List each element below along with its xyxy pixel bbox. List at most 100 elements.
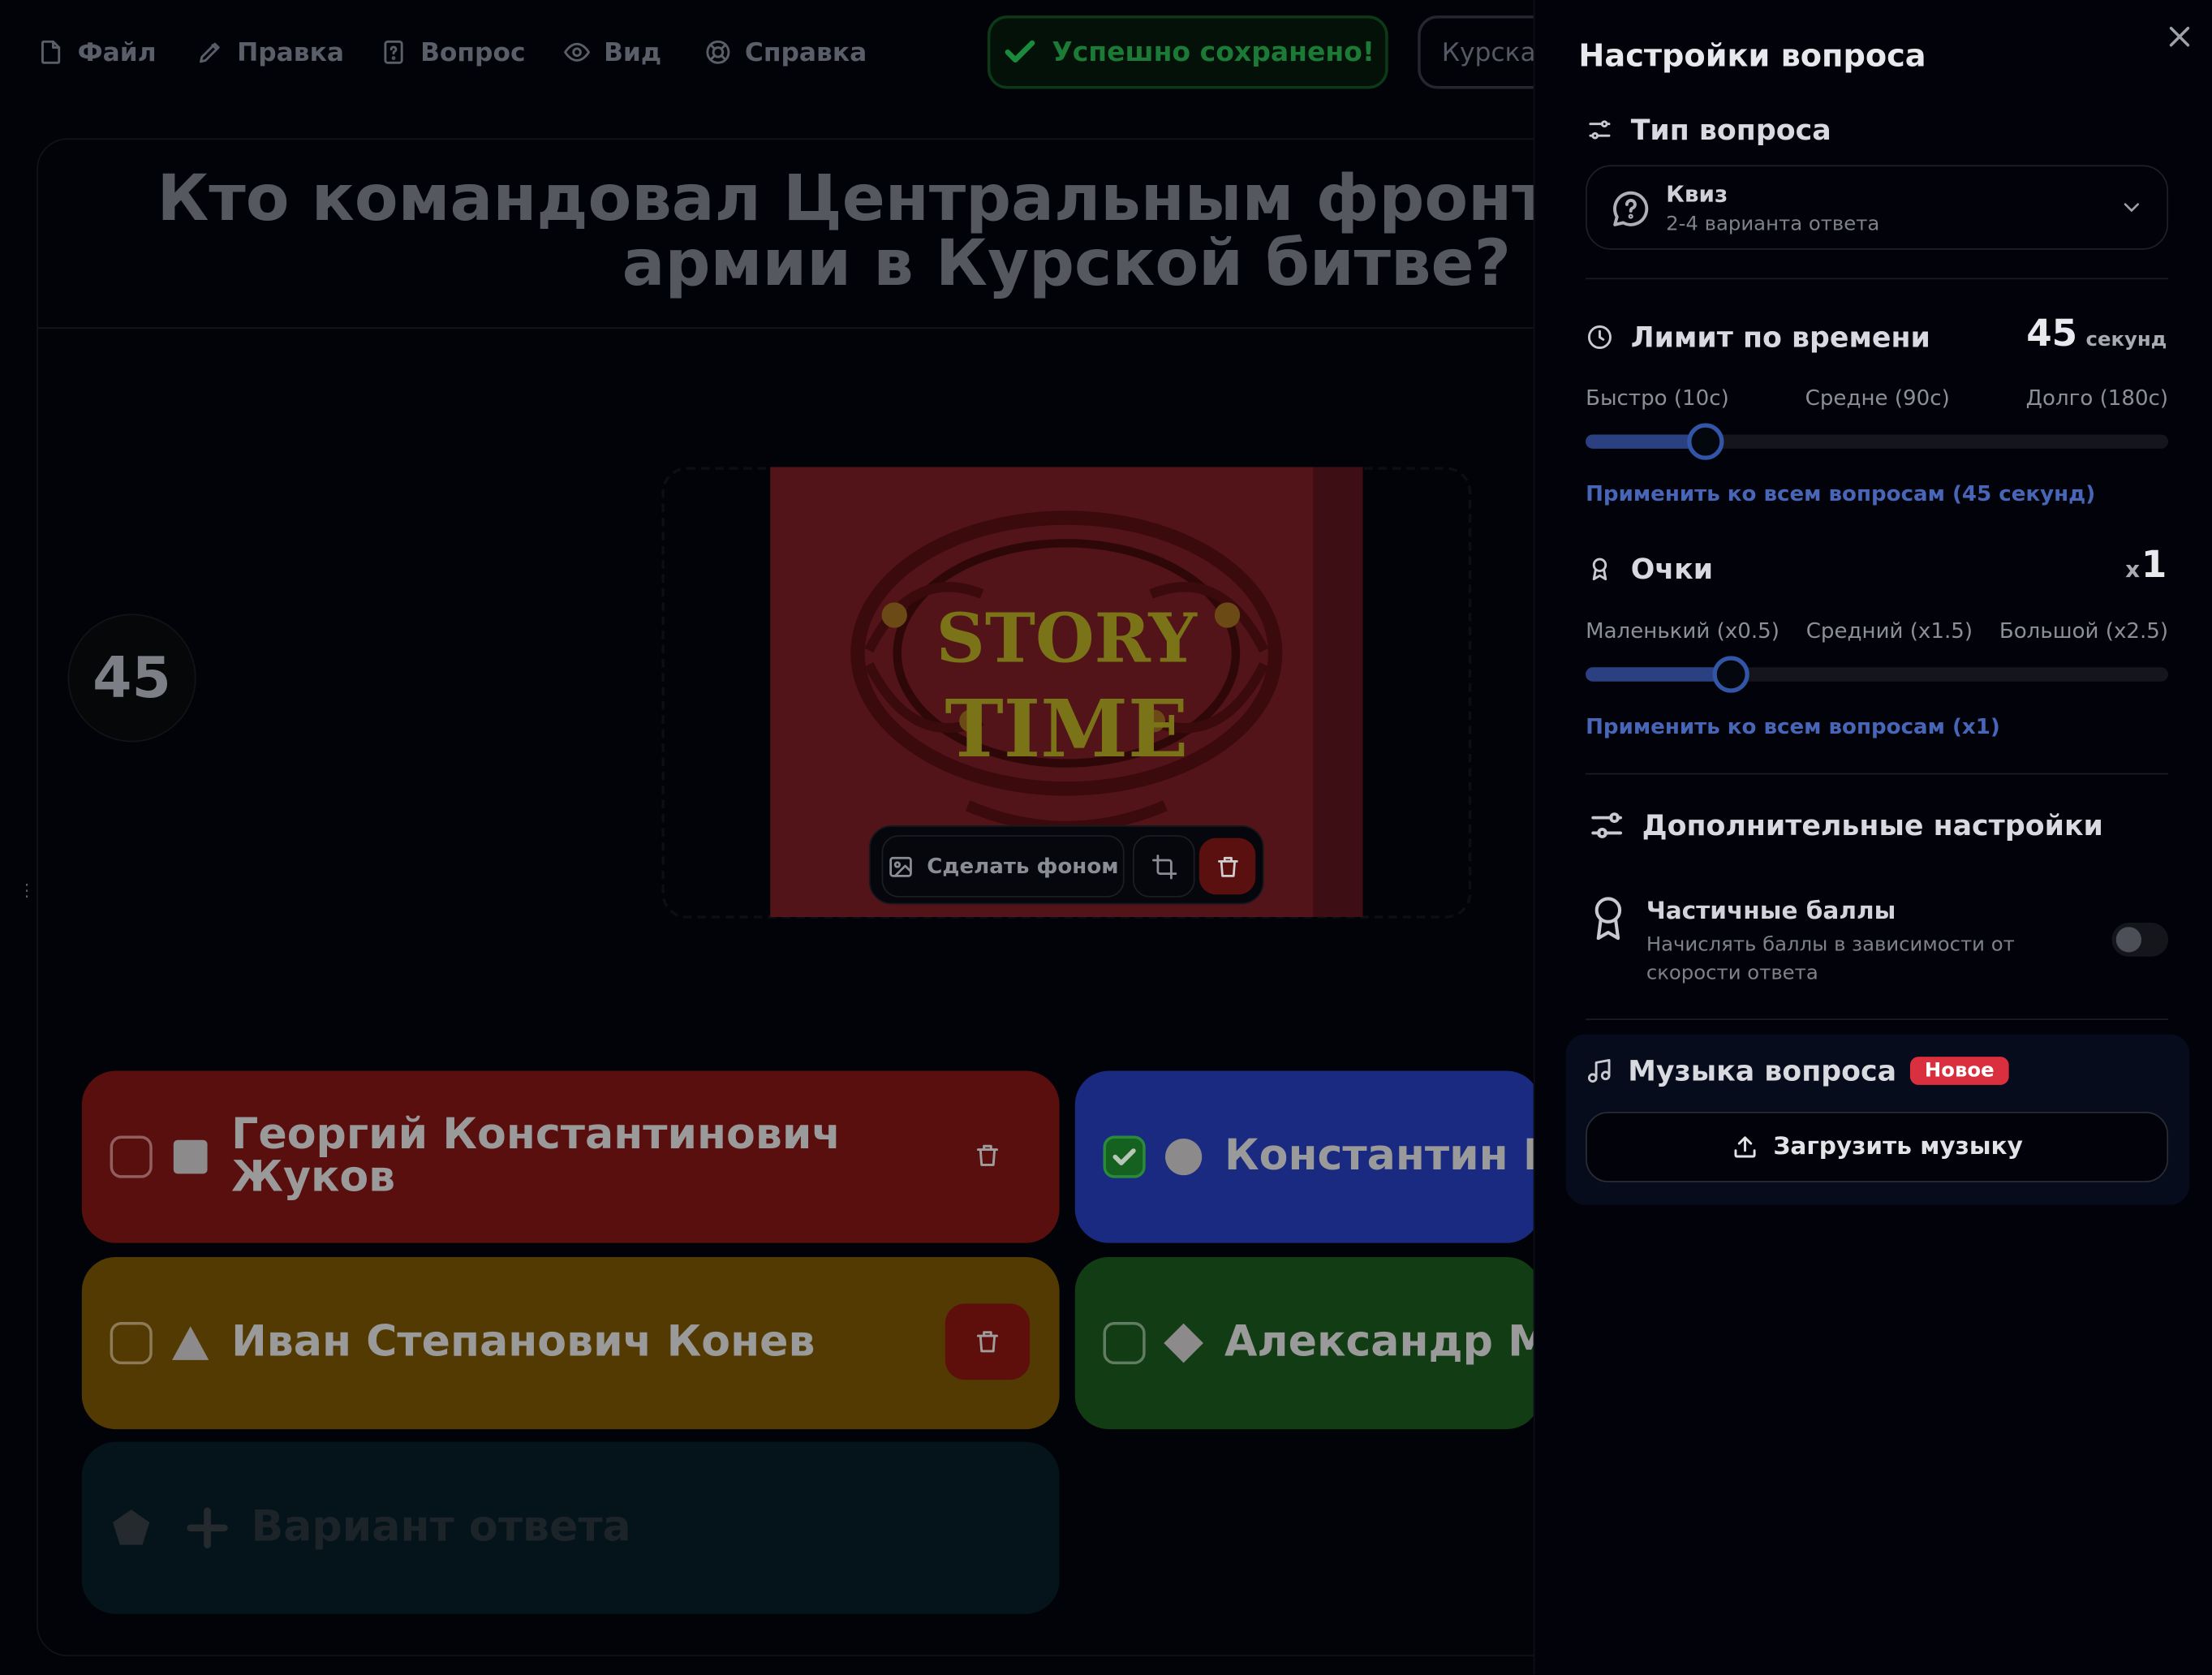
answer-2-text[interactable]: Константин Константинович Рокоссовский <box>1224 1071 1540 1243</box>
advanced-settings-heading[interactable]: Дополнительные настройки <box>1589 807 2103 843</box>
close-icon <box>2169 27 2190 47</box>
apply-points-all-link[interactable]: Применить ко всем вопросам (x1) <box>1586 714 2000 739</box>
time-limit-label: Лимит по времени <box>1630 320 1930 355</box>
answer-card-4[interactable]: Александр Михайлович Василевский <box>1074 1257 1541 1430</box>
menu-edit[interactable]: Правка <box>196 31 344 73</box>
time-fast-label: Быстро (10с) <box>1586 385 1729 411</box>
menu-view[interactable]: Вид <box>563 31 661 73</box>
answer-4-correct-checkbox[interactable] <box>1103 1321 1146 1365</box>
delete-image-button[interactable] <box>1199 838 1256 895</box>
panel-title: Настройки вопроса <box>1578 39 1926 75</box>
question-bubble-icon <box>1610 187 1652 230</box>
sliders-icon <box>1589 120 1611 140</box>
time-limit-number: 45 <box>2026 312 2078 356</box>
eye-icon <box>564 42 590 62</box>
answer-card-1[interactable]: Георгий Константинович Жуков <box>81 1070 1060 1243</box>
crop-icon <box>1151 854 1177 879</box>
divider <box>1586 773 2169 775</box>
question-type-label: Тип вопроса <box>1630 113 1831 147</box>
menu-help[interactable]: Справка <box>704 31 867 73</box>
music-note-icon <box>1587 1059 1611 1083</box>
menubar: Файл Правка Вопрос Вид Справка Успешно с… <box>0 0 1587 105</box>
points-medium-label: Средний (x1.5) <box>1805 618 1973 644</box>
trash-icon <box>976 1331 998 1353</box>
square-icon <box>170 1135 212 1178</box>
award-icon <box>1592 558 1607 581</box>
time-long-label: Долго (180с) <box>2025 385 2169 411</box>
answer-1-correct-checkbox[interactable] <box>110 1135 153 1178</box>
answer-3-correct-checkbox[interactable] <box>110 1321 153 1365</box>
answer-3-delete-button[interactable] <box>945 1303 1031 1380</box>
add-answer-card[interactable]: Вариант ответа <box>81 1441 1060 1614</box>
question-file-icon <box>384 40 403 64</box>
points-value: x 1 <box>2125 545 2167 587</box>
answer-1-text[interactable]: Георгий Константинович Жуков <box>231 1071 993 1243</box>
drag-handle[interactable]: ⋮ <box>19 882 36 911</box>
points-slider-thumb[interactable] <box>1712 656 1750 693</box>
timer-badge: 45 <box>67 614 196 743</box>
points-slider[interactable] <box>1586 656 2169 693</box>
points-prefix: x <box>2125 555 2141 583</box>
triangle-icon <box>170 1322 212 1364</box>
file-icon <box>41 40 61 64</box>
menu-file-label: Файл <box>77 37 157 67</box>
points-label: Очки <box>1630 551 1714 586</box>
upload-music-button[interactable]: Загрузить музыку <box>1586 1111 2169 1182</box>
toggle-knob <box>2115 927 2142 953</box>
crop-button[interactable] <box>1133 835 1195 898</box>
music-label: Музыка вопроса <box>1628 1053 1897 1088</box>
menu-file[interactable]: Файл <box>37 31 157 73</box>
lifebuoy-icon <box>706 40 730 64</box>
new-badge: Новое <box>1910 1057 2008 1085</box>
check-icon <box>1004 40 1035 63</box>
add-answer-placeholder: Вариант ответа <box>251 1502 631 1552</box>
question-settings-panel: Настройки вопроса Тип вопроса Квиз 2-4 в… <box>1533 0 2212 1675</box>
image-icon <box>889 856 912 876</box>
question-type-select[interactable]: Квиз 2-4 варианта ответа <box>1586 165 2169 250</box>
partial-points-title: Частичные баллы <box>1646 897 1896 926</box>
answer-3-text[interactable]: Иван Степанович Конев <box>231 1257 993 1429</box>
artwork-story-text: STORY <box>936 598 1199 678</box>
answer-1-delete-button[interactable] <box>945 1117 1030 1194</box>
trash-icon <box>976 1144 998 1166</box>
time-limit-slider[interactable] <box>1586 423 2169 460</box>
answer-card-2[interactable]: Константин Константинович Рокоссовский <box>1074 1070 1541 1243</box>
answer-2-correct-checkbox[interactable] <box>1103 1135 1146 1178</box>
time-limit-heading: Лимит по времени <box>1586 320 1930 355</box>
upload-music-label: Загрузить музыку <box>1773 1133 2023 1161</box>
answer-card-3[interactable]: Иван Степанович Конев <box>81 1257 1060 1430</box>
saved-toast: Успешно сохранено! <box>987 15 1388 89</box>
close-button[interactable] <box>2163 19 2197 54</box>
points-large-label: Большой (x2.5) <box>1999 618 2169 644</box>
points-slider-fill <box>1586 667 1732 682</box>
apply-time-all-link[interactable]: Применить ко всем вопросам (45 секунд) <box>1586 481 2095 506</box>
plus-icon <box>186 1507 228 1549</box>
points-number: 1 <box>2141 545 2167 588</box>
set-background-label: Сделать фоном <box>927 853 1119 880</box>
partial-points-toggle[interactable] <box>2111 922 2169 957</box>
menu-question-label: Вопрос <box>420 37 526 67</box>
media-toolbar: Сделать фоном <box>868 825 1264 905</box>
time-medium-label: Средне (90с) <box>1805 385 1950 411</box>
partial-points-desc: Начислять баллы в зависимости от скорост… <box>1646 933 2015 985</box>
clock-icon <box>1587 325 1612 349</box>
divider <box>1586 1018 2169 1020</box>
music-heading: Музыка вопроса Новое <box>1586 1053 2008 1088</box>
saved-toast-label: Успешно сохранено! <box>1052 37 1375 68</box>
question-type-desc: 2-4 варианта ответа <box>1666 213 1880 236</box>
trash-icon <box>1217 856 1237 876</box>
pentagon-icon <box>110 1507 153 1549</box>
time-limit-slider-thumb[interactable] <box>1687 423 1724 460</box>
question-type-heading: Тип вопроса <box>1586 113 1831 147</box>
answer-4-text[interactable]: Александр Михайлович Василевский <box>1224 1257 1540 1429</box>
set-background-button[interactable]: Сделать фоном <box>881 835 1125 898</box>
menu-question[interactable]: Вопрос <box>380 31 526 73</box>
points-scale: Маленький (x0.5) Средний (x1.5) Большой … <box>1586 618 2168 643</box>
settings-sliders-icon <box>1591 812 1622 838</box>
time-limit-scale: Быстро (10с) Средне (90с) Долго (180с) <box>1586 385 2168 411</box>
menu-view-label: Вид <box>604 37 662 67</box>
menu-edit-label: Правка <box>237 37 344 67</box>
question-type-name: Квиз <box>1666 180 1728 208</box>
pencil-icon <box>199 42 220 63</box>
divider <box>1586 278 2169 280</box>
